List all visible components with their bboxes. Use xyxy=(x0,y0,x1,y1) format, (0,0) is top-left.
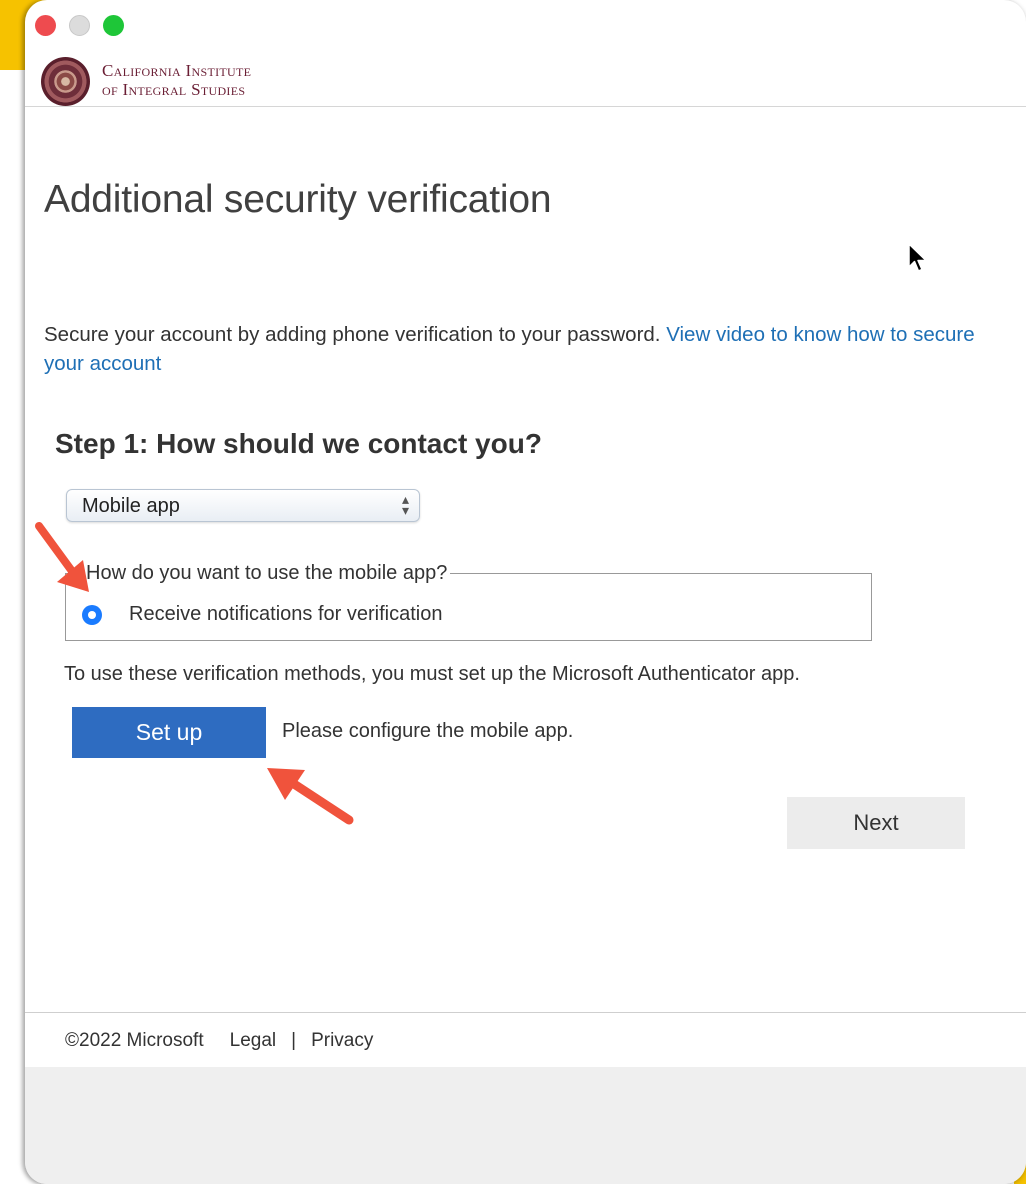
intro-text: Secure your account by adding phone veri… xyxy=(44,323,667,346)
copyright-text: ©2022 Microsoft xyxy=(65,1030,204,1051)
institute-name: California Institute of Integral Studies xyxy=(102,61,251,99)
footer-separator: | xyxy=(291,1030,297,1051)
contact-method-value: Mobile app xyxy=(82,495,180,517)
annotation-arrow-radio-icon xyxy=(35,522,89,592)
receive-notifications-radio[interactable] xyxy=(82,605,102,625)
page-title: Additional security verification xyxy=(44,178,552,221)
institute-logo-icon xyxy=(41,57,90,106)
institute-name-line1: California Institute xyxy=(102,61,252,80)
footer-background xyxy=(25,1067,1026,1184)
privacy-link[interactable]: Privacy xyxy=(311,1030,373,1052)
legal-link[interactable]: Legal xyxy=(230,1030,277,1052)
authenticator-note: To use these verification methods, you m… xyxy=(64,663,800,685)
browser-window: California Institute of Integral Studies… xyxy=(25,0,1026,1184)
select-updown-arrows-icon: ▴ ▾ xyxy=(401,491,409,518)
institute-name-line2: of Integral Studies xyxy=(102,80,246,99)
intro-paragraph: Secure your account by adding phone veri… xyxy=(44,320,984,378)
page-header: California Institute of Integral Studies xyxy=(25,0,1026,107)
footer-divider xyxy=(25,1012,1026,1013)
mobile-app-options-legend: How do you want to use the mobile app? xyxy=(83,562,451,585)
page-footer: ©2022 Microsoft Legal | Privacy xyxy=(65,1030,373,1052)
setup-message: Please configure the mobile app. xyxy=(282,720,574,742)
setup-button[interactable]: Set up xyxy=(72,707,266,758)
receive-notifications-label[interactable]: Receive notifications for verification xyxy=(129,603,442,626)
next-button[interactable]: Next xyxy=(787,797,965,849)
step1-heading: Step 1: How should we contact you? xyxy=(55,428,542,459)
annotation-arrow-setup-icon xyxy=(267,768,354,825)
contact-method-select[interactable]: Mobile app ▴ ▾ xyxy=(66,489,420,522)
mouse-pointer-icon xyxy=(908,243,927,272)
